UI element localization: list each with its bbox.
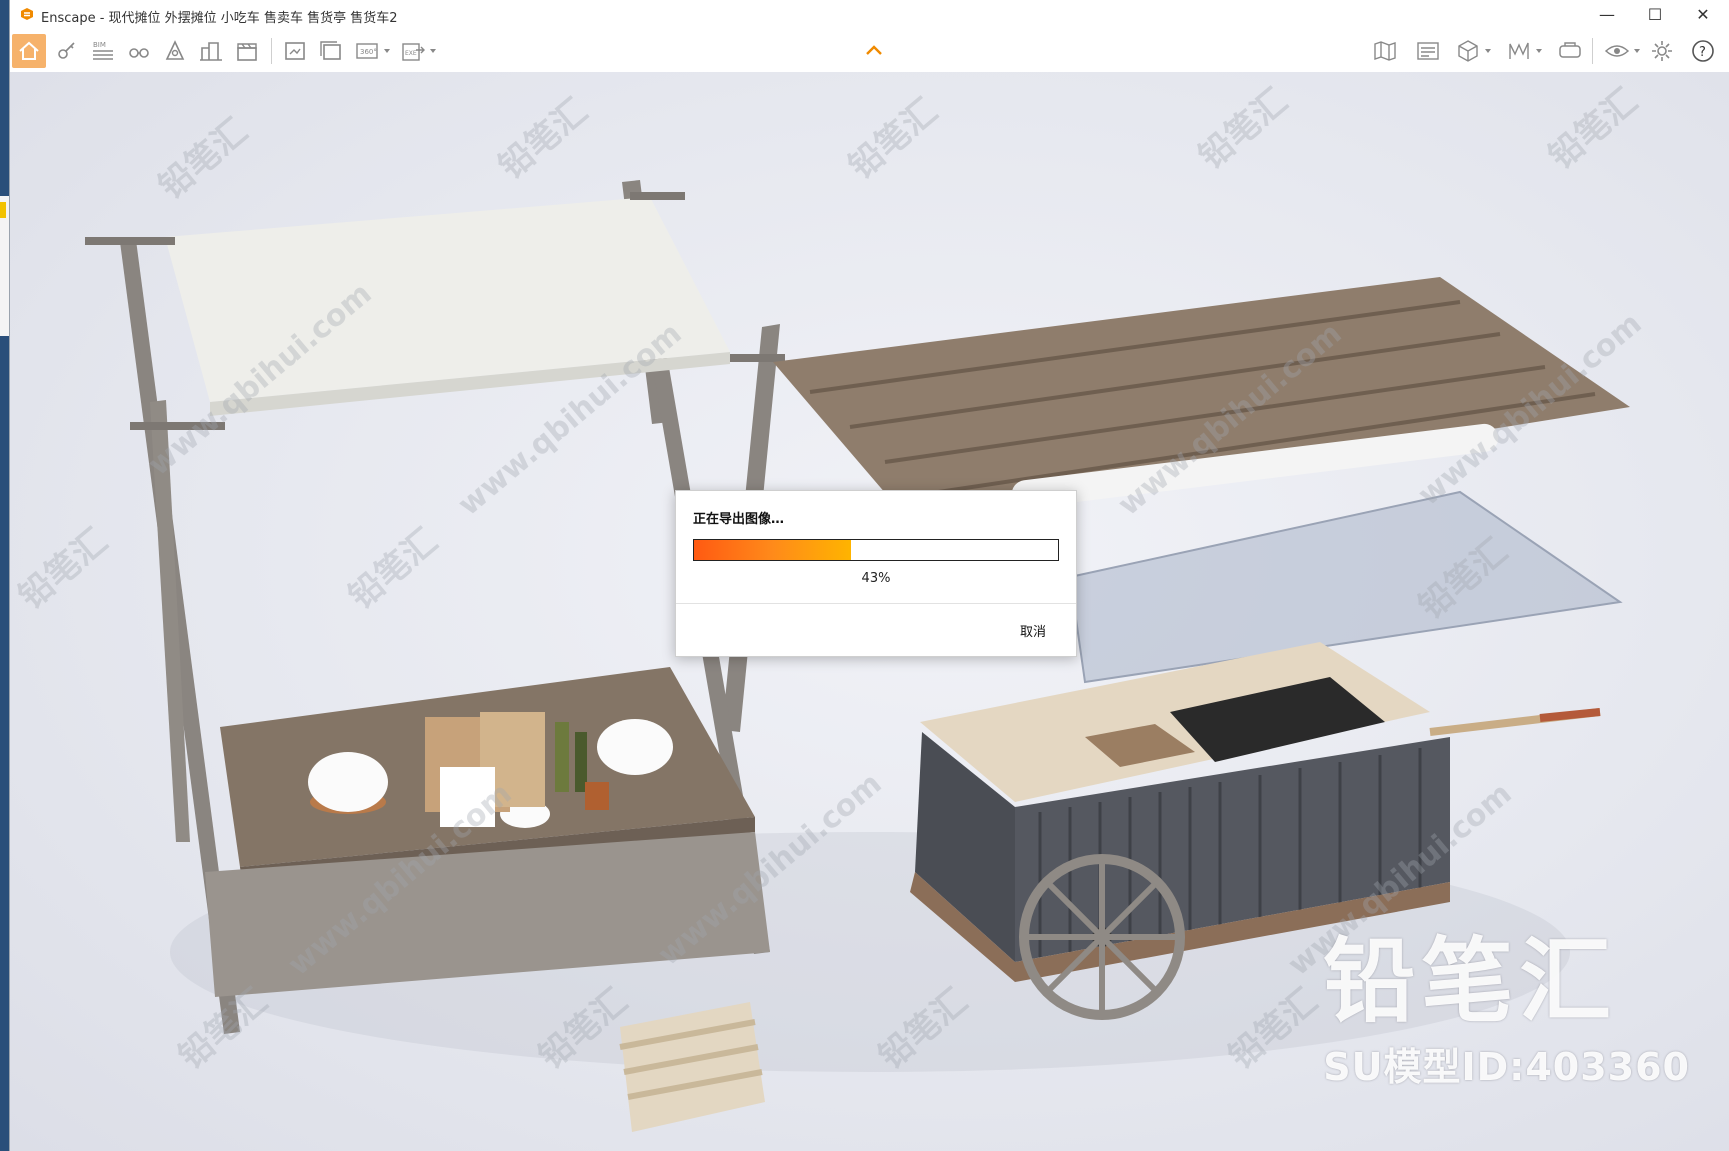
asset-library-icon	[1417, 42, 1439, 60]
home-button[interactable]	[12, 34, 46, 68]
binoculars-icon	[129, 48, 149, 58]
toolbar-separator	[271, 38, 272, 64]
export-message: 正在导出图像…	[693, 512, 785, 527]
screenshot-icon	[285, 42, 305, 60]
close-button[interactable]: ✕	[1680, 0, 1726, 30]
brand-name: 铅笔汇	[1323, 928, 1618, 1035]
bim-button[interactable]: BIM	[86, 34, 120, 68]
vr-button[interactable]	[1553, 34, 1587, 68]
maximize-button[interactable]: ☐	[1632, 0, 1678, 30]
bim-icon: BIM	[93, 41, 113, 60]
minimize-button[interactable]: —	[1584, 0, 1630, 30]
export-exe-button[interactable]: EXE	[396, 34, 436, 68]
asset-library-button[interactable]	[1411, 34, 1445, 68]
visibility-button[interactable]	[1600, 34, 1640, 68]
enscape-logo-icon	[21, 8, 33, 20]
binoculars-button[interactable]	[122, 34, 156, 68]
help-button[interactable]: ?	[1686, 34, 1720, 68]
home-icon	[19, 41, 39, 60]
svg-text:BIM: BIM	[93, 41, 106, 49]
window-title: Enscape - 现代摊位 外摆摊位 小吃车 售卖车 售货亭 售货车2	[41, 11, 398, 26]
export-progress-dialog: 正在导出图像… 43% 取消	[675, 490, 1077, 657]
key-icon	[58, 42, 75, 59]
progress-fill	[694, 540, 851, 560]
key-button[interactable]	[50, 34, 84, 68]
desktop-background	[0, 0, 9, 1151]
clapper-button[interactable]	[230, 34, 264, 68]
screenshot-button[interactable]	[278, 34, 312, 68]
collapse-toolbar-icon[interactable]	[865, 44, 883, 56]
panorama-button[interactable]: 360°	[350, 34, 390, 68]
title-bar: Enscape - 现代摊位 外摆摊位 小吃车 售卖车 售货亭 售货车2 — ☐…	[10, 0, 1729, 30]
eye-icon	[1604, 45, 1630, 57]
svg-text:EXE: EXE	[405, 50, 417, 57]
progress-percent: 43%	[861, 571, 891, 586]
chart-button[interactable]	[1502, 34, 1542, 68]
panorama-360-icon: 360°	[356, 43, 378, 59]
map-icon	[1374, 41, 1396, 61]
cube-icon	[1458, 40, 1478, 62]
model-id: SU模型ID:403360	[1323, 1045, 1690, 1089]
chart-icon	[1509, 42, 1529, 59]
compass-icon	[165, 40, 185, 60]
vr-headset-icon	[1559, 42, 1581, 58]
settings-button[interactable]	[1645, 34, 1679, 68]
batch-render-button[interactable]	[314, 34, 348, 68]
export-progress-bar	[693, 539, 1059, 561]
help-icon: ?	[1692, 40, 1714, 62]
svg-text:360°: 360°	[360, 48, 377, 56]
clapper-icon	[237, 43, 257, 61]
map-button[interactable]	[1368, 34, 1402, 68]
buildings-icon	[200, 42, 222, 61]
toolbar-separator	[1592, 38, 1593, 64]
dialog-divider	[676, 603, 1076, 604]
compass-button[interactable]	[158, 34, 192, 68]
export-exe-icon: EXE	[402, 43, 425, 61]
enscape-window: Enscape - 现代摊位 外摆摊位 小吃车 售卖车 售货亭 售货车2 — ☐…	[9, 0, 1729, 1151]
cancel-button[interactable]: 取消	[1020, 621, 1046, 640]
background-window-edge	[0, 196, 9, 336]
batch-render-icon	[320, 41, 341, 60]
brand-watermark: 铅笔汇 SU模型ID:403360	[1323, 932, 1690, 1091]
gear-icon	[1652, 41, 1672, 61]
cube-button[interactable]	[1451, 34, 1491, 68]
buildings-button[interactable]	[194, 34, 228, 68]
toolbar: BIM 360° EXE ?	[10, 30, 1729, 73]
svg-text:?: ?	[1699, 45, 1706, 60]
